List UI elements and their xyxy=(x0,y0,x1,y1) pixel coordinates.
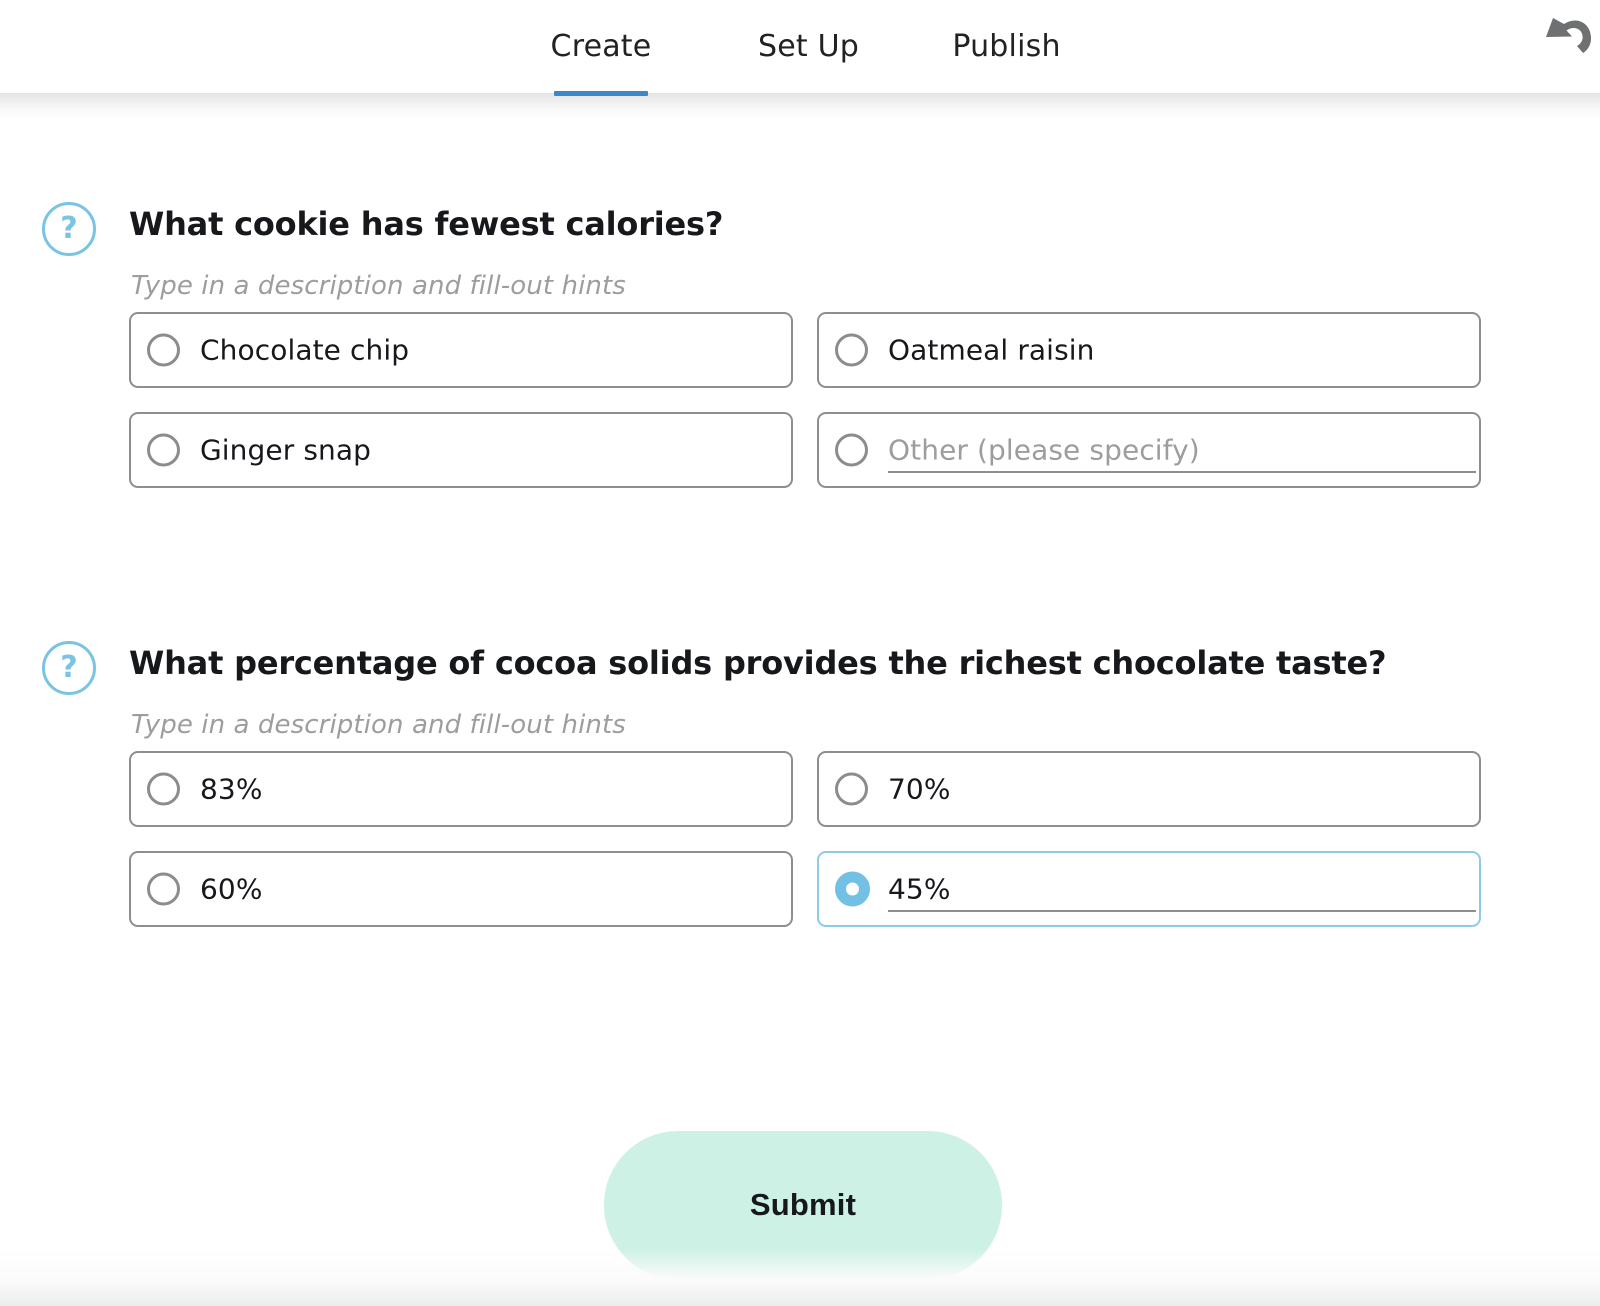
option-label: 83% xyxy=(200,772,263,806)
option-label: Oatmeal raisin xyxy=(888,333,1095,367)
radio-icon[interactable] xyxy=(835,772,868,806)
radio-icon[interactable] xyxy=(835,333,868,367)
submit-button[interactable]: Submit xyxy=(604,1131,1002,1279)
radio-icon[interactable] xyxy=(835,433,868,467)
question-mark-icon: ? xyxy=(42,202,96,256)
tab-set-up[interactable]: Set Up xyxy=(726,0,891,99)
tab-bar: Create Set Up Publish xyxy=(0,0,1600,96)
option-70-percent[interactable]: 70% xyxy=(817,751,1481,827)
option-45-underline xyxy=(888,910,1476,912)
tab-create-label: Create xyxy=(550,28,652,64)
option-45-input[interactable]: 45% xyxy=(888,873,951,906)
option-83-percent[interactable]: 83% xyxy=(129,751,793,827)
option-other-underline xyxy=(888,471,1476,473)
option-label: 60% xyxy=(200,872,263,906)
radio-icon[interactable] xyxy=(147,872,180,906)
question-1-hint[interactable]: Type in a description and fill-out hints xyxy=(131,271,626,301)
app-header: Create Set Up Publish xyxy=(0,0,1600,96)
question-2-hint[interactable]: Type in a description and fill-out hints xyxy=(131,710,626,740)
option-45-percent[interactable]: 45% xyxy=(817,851,1481,927)
tab-create[interactable]: Create xyxy=(506,0,696,99)
option-chocolate-chip[interactable]: Chocolate chip xyxy=(129,312,793,388)
radio-icon[interactable] xyxy=(147,433,180,467)
option-other-specify[interactable]: Other (please specify) xyxy=(817,412,1481,488)
tab-publish-label: Publish xyxy=(952,28,1061,64)
submit-button-label: Submit xyxy=(749,1187,857,1222)
radio-icon[interactable] xyxy=(147,333,180,367)
tab-publish[interactable]: Publish xyxy=(919,0,1094,99)
question-block-1: ? What cookie has fewest calories? Type … xyxy=(0,199,1600,488)
option-label: Ginger snap xyxy=(200,433,372,467)
question-block-2: ? What percentage of cocoa solids provid… xyxy=(0,638,1600,927)
radio-icon[interactable] xyxy=(147,772,180,806)
question-1-header: ? What cookie has fewest calories? Type … xyxy=(0,199,1600,301)
option-label: Chocolate chip xyxy=(200,333,410,367)
option-oatmeal-raisin[interactable]: Oatmeal raisin xyxy=(817,312,1481,388)
undo-arrow-icon xyxy=(1528,10,1600,64)
question-2-title: What percentage of cocoa solids provides… xyxy=(129,644,1387,682)
tab-set-up-label: Set Up xyxy=(758,28,859,64)
option-label: 70% xyxy=(888,772,951,806)
tab-active-underline xyxy=(554,91,648,96)
option-ginger-snap[interactable]: Ginger snap xyxy=(129,412,793,488)
option-other-input[interactable]: Other (please specify) xyxy=(888,434,1200,467)
option-60-percent[interactable]: 60% xyxy=(129,851,793,927)
submit-area: Submit xyxy=(0,1131,1600,1279)
survey-form: ? What cookie has fewest calories? Type … xyxy=(0,119,1600,1306)
undo-button[interactable] xyxy=(1528,10,1600,64)
question-mark-icon: ? xyxy=(42,641,96,695)
question-1-title: What cookie has fewest calories? xyxy=(129,205,724,243)
radio-icon-selected[interactable] xyxy=(835,871,870,907)
question-2-header: ? What percentage of cocoa solids provid… xyxy=(0,638,1600,740)
